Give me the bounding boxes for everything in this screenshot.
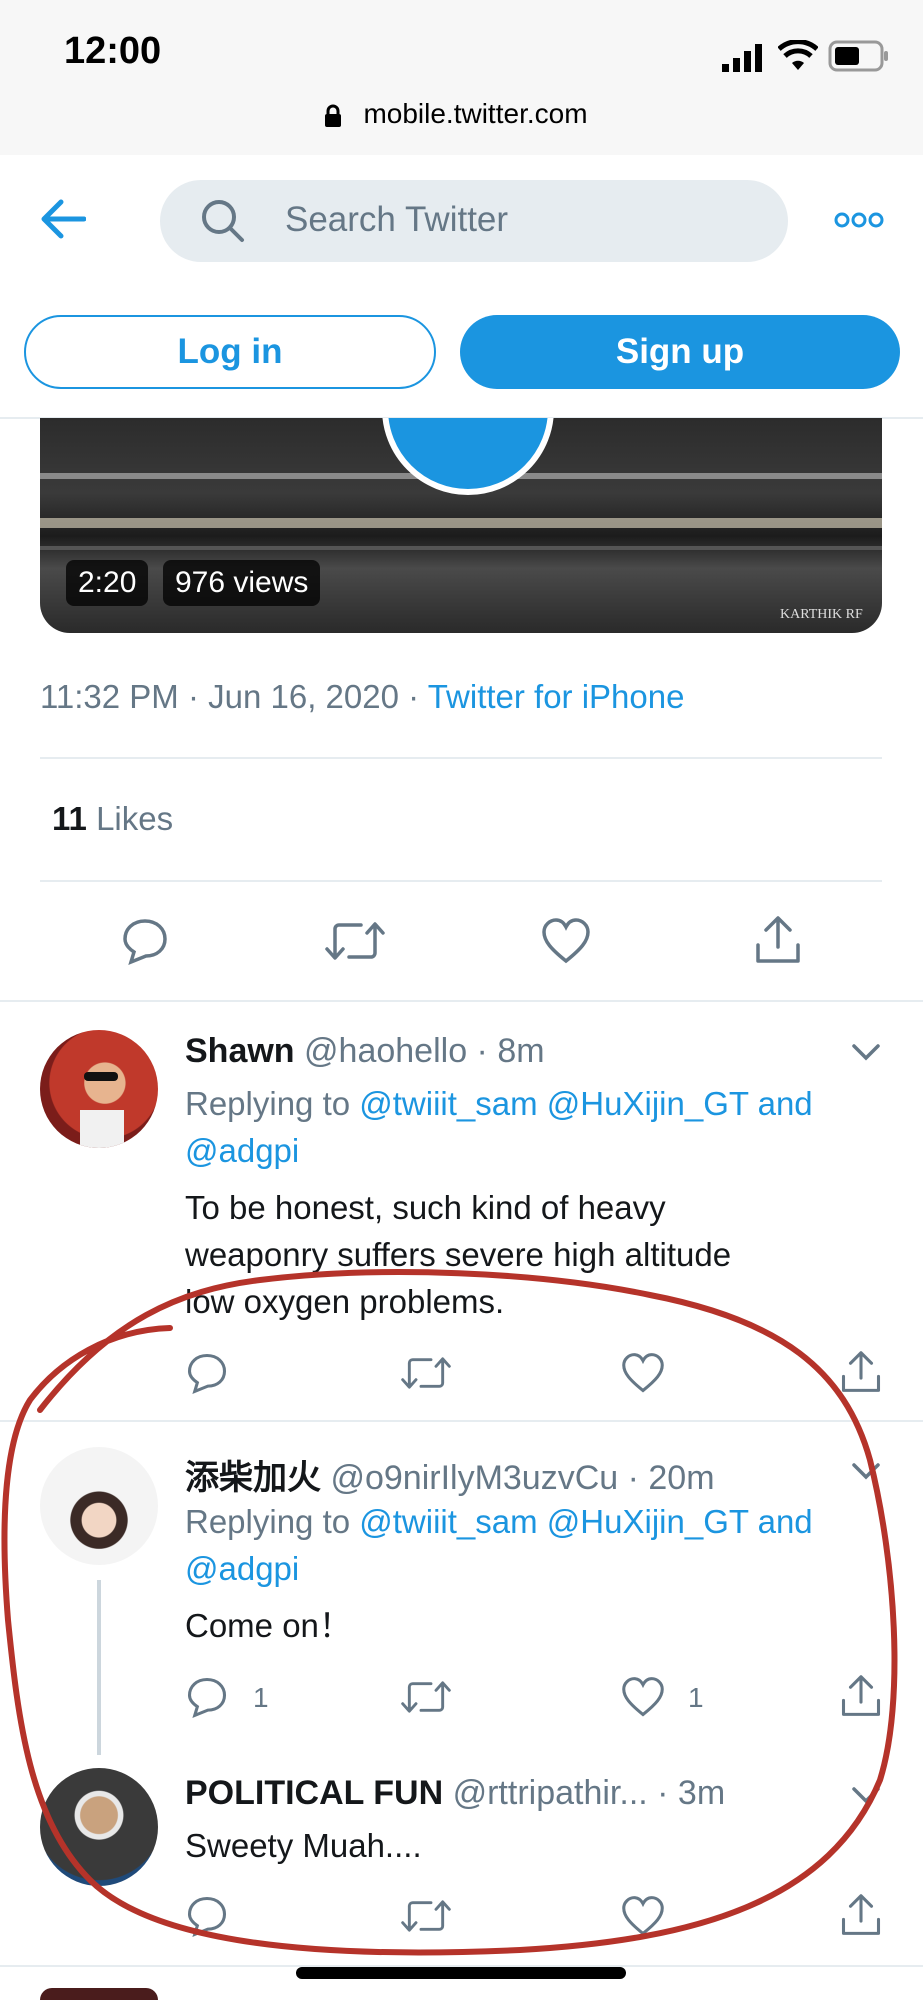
reply-icon[interactable] — [121, 917, 169, 965]
tweet-meta: 11:32 PM · Jun 16, 2020 · Twitter for iP… — [40, 678, 684, 716]
divider — [0, 1000, 923, 1002]
home-indicator[interactable] — [296, 1967, 626, 1979]
handle[interactable]: @haohello · 8m — [304, 1032, 545, 1070]
likes-label: Likes — [96, 800, 174, 837]
annotation-circle — [0, 1260, 923, 1985]
video-views: 976 views — [163, 560, 321, 606]
reply-header: Shawn @haohello · 8m — [185, 1032, 545, 1071]
wifi-icon — [777, 39, 819, 77]
url-bar[interactable]: mobile.twitter.com — [0, 98, 923, 130]
likes-count: 11 — [52, 800, 87, 837]
replying-to-targets[interactable]: @twiiit_sam @HuXijin_GT and — [359, 1085, 812, 1122]
signal-icon — [722, 44, 764, 77]
replying-to-label: Replying to — [185, 1085, 360, 1122]
likes-stat[interactable]: 11 Likes — [52, 800, 173, 838]
search-icon — [200, 198, 246, 249]
status-time: 12:00 — [64, 30, 162, 72]
like-heart-icon[interactable] — [541, 917, 591, 965]
battery-icon — [828, 40, 890, 77]
play-icon[interactable] — [382, 418, 554, 495]
status-bar — [0, 0, 923, 155]
back-arrow-icon[interactable] — [40, 198, 87, 245]
avatar[interactable] — [40, 1030, 158, 1148]
login-button[interactable]: Log in — [24, 315, 436, 389]
tweet-timestamp: 11:32 PM · Jun 16, 2020 · — [40, 678, 428, 715]
divider — [40, 757, 882, 759]
video-watermark: KARTHIK RF — [780, 607, 863, 622]
replying-to-target[interactable]: @adgpi — [185, 1132, 299, 1169]
url-text: mobile.twitter.com — [363, 98, 588, 129]
retweet-icon[interactable] — [325, 917, 385, 965]
reply-text-line: To be honest, such kind of heavy — [185, 1189, 666, 1226]
display-name[interactable]: Shawn — [185, 1032, 295, 1070]
divider — [40, 880, 882, 882]
video-duration: 2:20 — [66, 560, 149, 606]
tweet-source-link[interactable]: Twitter for iPhone — [428, 678, 685, 715]
avatar[interactable] — [40, 1988, 158, 2000]
share-icon[interactable] — [754, 915, 802, 965]
replying-to: Replying to @twiiit_sam @HuXijin_GT and … — [185, 1080, 813, 1174]
chevron-down-icon[interactable] — [851, 1043, 881, 1061]
signup-button[interactable]: Sign up — [460, 315, 900, 389]
more-options-icon[interactable] — [834, 211, 884, 234]
search-placeholder: Search Twitter — [285, 200, 509, 239]
